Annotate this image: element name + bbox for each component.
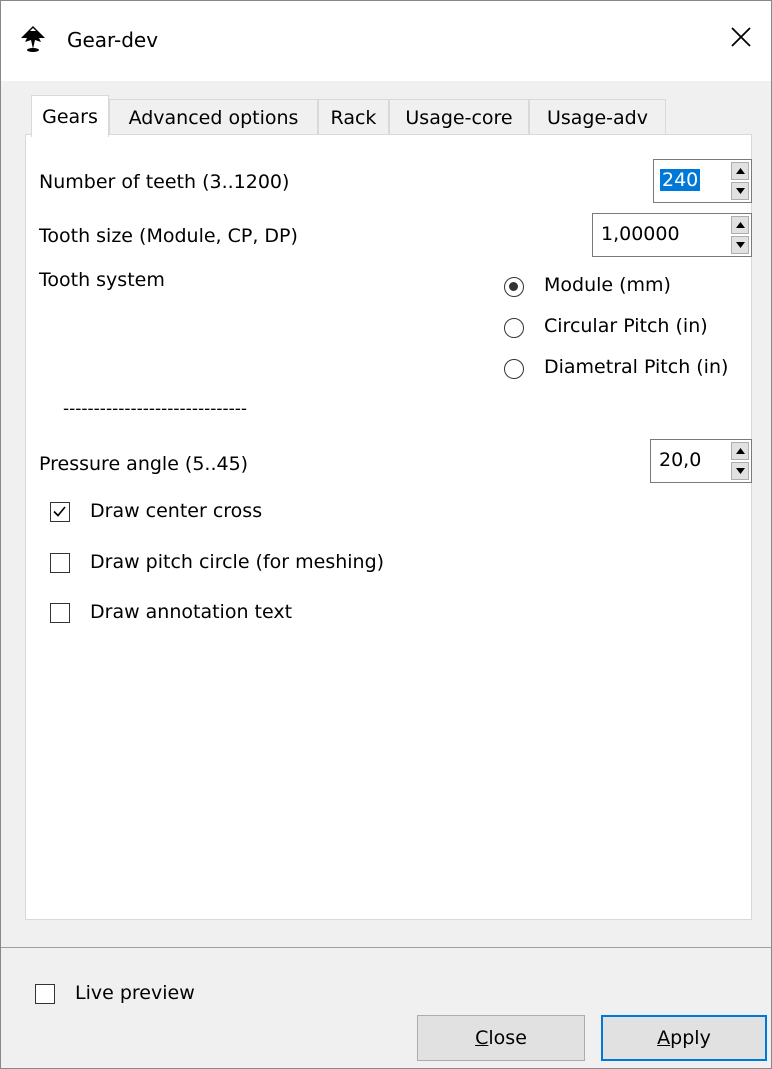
dashed-divider: ------------------------------ xyxy=(63,399,248,419)
checkmark-icon xyxy=(53,506,66,517)
window-title: Gear-dev xyxy=(67,28,159,52)
annotation-text-label[interactable]: Draw annotation text xyxy=(90,601,292,623)
spin-arrows xyxy=(731,216,749,254)
radio-circular-pitch-label[interactable]: Circular Pitch (in) xyxy=(544,315,708,337)
close-icon[interactable] xyxy=(723,19,759,55)
tab-rack[interactable]: Rack xyxy=(318,99,389,135)
teeth-value[interactable]: 240 xyxy=(660,169,701,191)
tab-label: Usage-core xyxy=(405,106,513,129)
teeth-spinbox[interactable]: 240 xyxy=(653,159,752,203)
dialog-window: Gear-dev Gears Advanced options Rack Usa… xyxy=(0,0,772,1069)
pressure-angle-label: Pressure angle (5..45) xyxy=(39,453,249,475)
radio-diametral-pitch-label[interactable]: Diametral Pitch (in) xyxy=(544,356,728,378)
spin-up-icon[interactable] xyxy=(731,442,749,460)
checkbox-annotation-text[interactable] xyxy=(50,603,70,623)
tab-label: Gears xyxy=(42,105,98,128)
gears-panel: Number of teeth (3..1200) 240 Tooth size… xyxy=(25,134,752,920)
tab-gears[interactable]: Gears xyxy=(31,95,109,137)
radio-dot xyxy=(509,282,518,291)
checkbox-center-cross[interactable] xyxy=(50,502,70,522)
tooth-system-label: Tooth system xyxy=(39,269,165,291)
radio-module-label[interactable]: Module (mm) xyxy=(544,274,671,296)
pressure-angle-spinbox[interactable]: 20,0 xyxy=(650,439,752,483)
pitch-circle-label[interactable]: Draw pitch circle (for meshing) xyxy=(90,551,384,573)
spin-arrows xyxy=(731,442,749,480)
radio-circular-pitch[interactable] xyxy=(504,318,524,338)
inkscape-icon xyxy=(21,26,45,52)
tooth-size-label: Tooth size (Module, CP, DP) xyxy=(39,225,298,247)
apply-button-label: Apply xyxy=(657,1027,711,1049)
spin-down-icon[interactable] xyxy=(731,236,749,254)
spin-down-icon[interactable] xyxy=(731,462,749,480)
title-bar[interactable]: Gear-dev xyxy=(1,1,771,81)
live-preview-label[interactable]: Live preview xyxy=(75,982,195,1004)
tab-advanced-options[interactable]: Advanced options xyxy=(109,99,318,135)
tab-label: Advanced options xyxy=(128,106,299,129)
teeth-label: Number of teeth (3..1200) xyxy=(39,171,290,193)
radio-diametral-pitch[interactable] xyxy=(504,359,524,379)
spin-up-icon[interactable] xyxy=(731,216,749,234)
footer-separator xyxy=(1,947,771,948)
tab-usage-adv[interactable]: Usage-adv xyxy=(529,99,666,135)
spin-down-icon[interactable] xyxy=(731,182,749,200)
apply-button[interactable]: Apply xyxy=(601,1015,767,1061)
close-button-label: Close xyxy=(475,1027,527,1049)
tab-label: Rack xyxy=(330,106,377,129)
spin-up-icon[interactable] xyxy=(731,162,749,180)
tab-usage-core[interactable]: Usage-core xyxy=(389,99,529,135)
close-button[interactable]: Close xyxy=(417,1015,585,1061)
tooth-size-spinbox[interactable]: 1,00000 xyxy=(592,213,752,257)
pressure-angle-value[interactable]: 20,0 xyxy=(659,449,701,471)
checkbox-pitch-circle[interactable] xyxy=(50,553,70,573)
center-cross-label[interactable]: Draw center cross xyxy=(90,500,262,522)
checkbox-live-preview[interactable] xyxy=(35,984,55,1004)
tooth-size-value[interactable]: 1,00000 xyxy=(601,223,680,245)
tab-label: Usage-adv xyxy=(546,106,648,129)
spin-arrows xyxy=(731,162,749,200)
radio-module[interactable] xyxy=(504,277,524,297)
